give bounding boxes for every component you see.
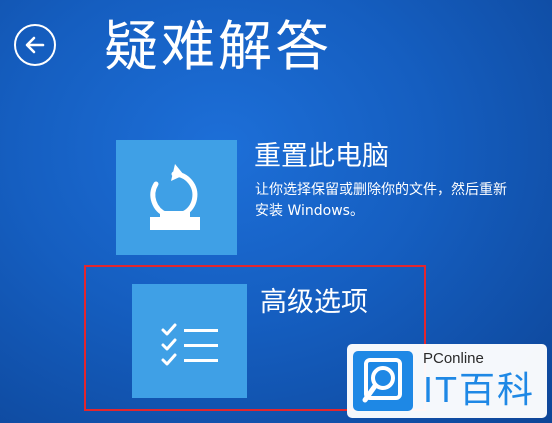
watermark-brand: PConline: [423, 350, 484, 367]
reset-pc-tile[interactable]: [116, 140, 237, 255]
watermark-logo: [353, 351, 413, 411]
back-button[interactable]: [14, 24, 56, 66]
page-title: 疑难解答: [104, 15, 332, 78]
search-logo-icon: [362, 358, 402, 403]
advanced-options-title: 高级选项: [260, 287, 368, 318]
checklist-icon: [161, 323, 218, 366]
reset-pc-option[interactable]: 重置此电脑 让你选择保留或删除你的文件，然后重新安装 Windows。: [116, 140, 507, 256]
troubleshoot-screen: 疑难解答 重置此电脑 让你选择保留或删除你的文件，然后重新安装 Windows。: [0, 0, 552, 423]
advanced-options-tile[interactable]: [132, 284, 247, 398]
reset-pc-icon: [150, 164, 200, 230]
reset-pc-description: 让你选择保留或删除你的文件，然后重新安装 Windows。: [255, 182, 507, 219]
back-arrow-icon: [25, 36, 45, 54]
pconline-watermark: PConline IT百科: [347, 344, 547, 418]
watermark-name: IT百科: [423, 369, 535, 410]
reset-pc-title: 重置此电脑: [254, 141, 389, 172]
